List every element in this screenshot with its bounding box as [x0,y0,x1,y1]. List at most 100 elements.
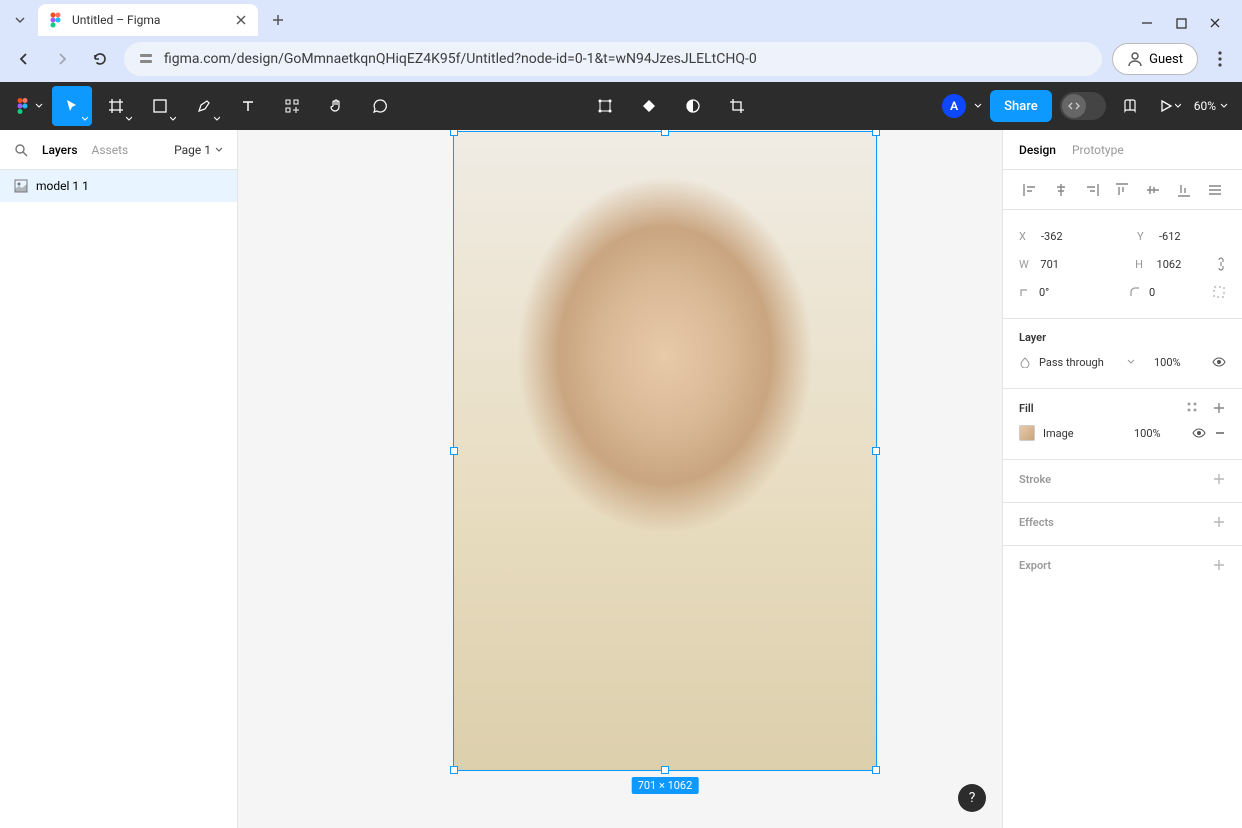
resize-handle-br[interactable] [872,766,880,774]
frame-tool[interactable] [96,86,136,126]
h-input[interactable]: 1062 [1157,258,1207,271]
mask-tool[interactable] [673,86,713,126]
book-icon [1122,98,1138,114]
url-input[interactable]: figma.com/design/GoMmnaetkqnQHiqEZ4K95f/… [124,42,1102,76]
plus-icon [271,13,285,27]
pen-tool[interactable] [184,86,224,126]
align-left-icon[interactable] [1022,182,1038,198]
resize-handle-ml[interactable] [450,447,458,455]
maximize-button[interactable] [1174,16,1188,30]
resources-icon [284,98,300,114]
browser-tab[interactable]: Untitled – Figma [38,4,258,36]
opacity-input[interactable]: 100% [1154,356,1204,369]
align-top-icon[interactable] [1114,182,1130,198]
resize-handle-tl[interactable] [450,130,458,136]
move-tool[interactable] [52,86,92,126]
library-button[interactable] [1114,86,1146,126]
constrain-icon[interactable] [1215,257,1226,271]
h-label: H [1135,258,1148,271]
transform-section: X -362 Y -612 W 701 H 1062 0° 0 [1003,210,1242,319]
comment-tool[interactable] [360,86,400,126]
resize-handle-mr[interactable] [872,447,880,455]
styles-icon[interactable] [1186,401,1200,415]
present-button[interactable] [1154,86,1186,126]
forward-button[interactable] [48,45,76,73]
chevron-down-icon[interactable] [974,102,982,110]
hand-icon [328,98,344,114]
layer-item[interactable]: model 1 1 [0,170,237,202]
align-vcenter-icon[interactable] [1145,182,1161,198]
resize-handle-bl[interactable] [450,766,458,774]
export-section: Export [1003,546,1242,588]
align-right-icon[interactable] [1084,182,1100,198]
plus-icon[interactable] [1212,515,1226,529]
minimize-button[interactable] [1140,16,1154,30]
fill-opacity-input[interactable]: 100% [1134,427,1184,440]
blend-icon [1019,356,1031,368]
resize-handle-tm[interactable] [661,130,669,136]
eye-icon[interactable] [1212,355,1226,369]
minus-icon[interactable] [1214,427,1226,439]
fill-swatch[interactable] [1019,425,1035,441]
text-tool[interactable] [228,86,268,126]
align-hcenter-icon[interactable] [1053,182,1069,198]
effects-section: Effects [1003,503,1242,546]
component-tool[interactable] [629,86,669,126]
tab-search-button[interactable] [8,8,32,32]
guest-label: Guest [1149,52,1183,67]
rotation-icon [1019,286,1031,298]
plus-icon[interactable] [1212,472,1226,486]
fill-type[interactable]: Image [1043,427,1093,440]
crop-tool[interactable] [717,86,757,126]
dev-mode-toggle[interactable] [1060,92,1106,120]
hand-tool[interactable] [316,86,356,126]
user-avatar[interactable]: A [942,94,966,118]
canvas[interactable]: 701 × 1062 ? [238,130,1002,828]
distribute-icon[interactable] [1207,182,1223,198]
share-button[interactable]: Share [990,90,1052,122]
reload-button[interactable] [86,45,114,73]
minimize-icon [1141,17,1153,29]
w-input[interactable]: 701 [1040,258,1090,271]
align-bottom-icon[interactable] [1176,182,1192,198]
new-tab-button[interactable] [264,6,292,34]
back-button[interactable] [10,45,38,73]
layer-title: Layer [1019,331,1046,344]
plus-icon[interactable] [1212,558,1226,572]
cursor-icon [64,98,80,114]
pen-icon [196,98,212,114]
profile-button[interactable]: Guest [1112,43,1198,75]
resources-tool[interactable] [272,86,312,126]
blend-mode-select[interactable]: Pass through [1039,356,1119,369]
close-window-button[interactable] [1208,16,1222,30]
zoom-control[interactable]: 60% [1194,99,1234,113]
window-controls [1140,16,1234,30]
help-button[interactable]: ? [958,784,986,812]
tab-assets[interactable]: Assets [92,143,129,157]
eye-icon[interactable] [1192,426,1206,440]
page-selector[interactable]: Page 1 [174,143,223,157]
radius-input[interactable]: 0 [1149,286,1199,299]
selected-object[interactable]: 701 × 1062 [453,131,877,771]
tab-design[interactable]: Design [1019,143,1056,157]
right-panel: Design Prototype X -362 Y -612 W 701 [1002,130,1242,828]
close-icon[interactable] [234,13,248,27]
mask-icon [685,98,701,114]
rotation-input[interactable]: 0° [1039,286,1089,299]
tab-prototype[interactable]: Prototype [1072,143,1124,157]
search-icon[interactable] [14,143,28,157]
chevron-down-icon [170,116,176,122]
shape-tool[interactable] [140,86,180,126]
x-input[interactable]: -362 [1041,230,1091,243]
tab-layers[interactable]: Layers [42,143,78,157]
resize-handle-bm[interactable] [661,766,669,774]
figma-menu-button[interactable] [8,86,48,126]
resize-handle-tr[interactable] [872,130,880,136]
independent-corners-icon[interactable] [1212,285,1226,299]
plus-icon[interactable] [1212,401,1226,415]
browser-menu-button[interactable] [1208,51,1232,67]
edit-object-tool[interactable] [585,86,625,126]
y-input[interactable]: -612 [1159,230,1209,243]
w-label: W [1019,258,1032,271]
stroke-title: Stroke [1019,473,1051,486]
